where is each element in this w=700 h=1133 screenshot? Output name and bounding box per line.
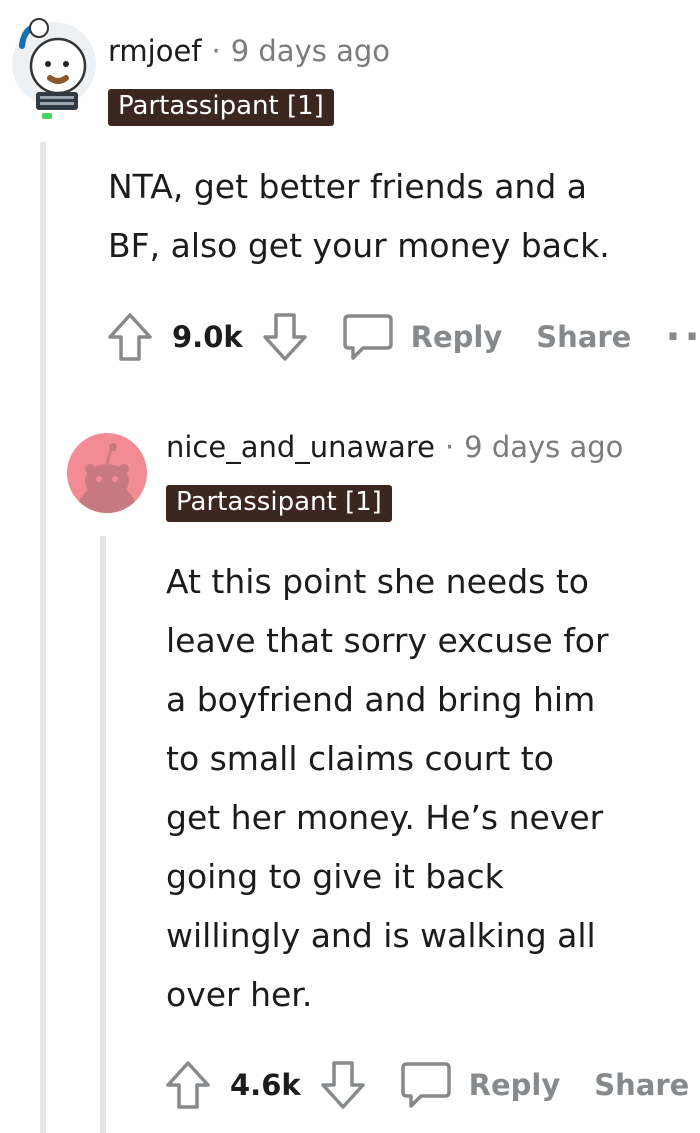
- comment-1-header: rmjoef · 9 days ago: [108, 34, 390, 68]
- comment-text-line: going to give it back: [166, 857, 504, 896]
- comment-2-header: nice_and_unaware · 9 days ago: [166, 430, 623, 464]
- share-button[interactable]: Share: [594, 1068, 689, 1102]
- username[interactable]: rmjoef: [108, 34, 202, 68]
- comment-2-actions: 4.6k Reply Share: [164, 1058, 689, 1112]
- comment-text-line: willingly and is walking all: [166, 916, 596, 955]
- downvote-icon[interactable]: [261, 311, 309, 363]
- comment-2-body: At this point she needs to leave that so…: [166, 552, 696, 1024]
- vote-score: 9.0k: [172, 320, 243, 354]
- comment-text-line: get her money. He’s never: [166, 798, 604, 837]
- comment-text-line: over her.: [166, 975, 313, 1014]
- avatar-rmjoef[interactable]: [8, 14, 100, 116]
- reply-button[interactable]: Reply: [469, 1068, 561, 1102]
- separator-dot: ·: [444, 430, 455, 464]
- share-button[interactable]: Share: [536, 320, 631, 354]
- reply-button[interactable]: Reply: [411, 320, 503, 354]
- upvote-icon[interactable]: [106, 311, 154, 363]
- snoo-avatar-icon: [77, 443, 137, 513]
- reply-icon[interactable]: [399, 1058, 453, 1112]
- user-flair: Partassipant [1]: [108, 89, 334, 127]
- online-status-indicator: [42, 113, 52, 119]
- avatar-nice-and-unaware[interactable]: [67, 433, 147, 513]
- upvote-icon[interactable]: [164, 1059, 212, 1111]
- comment-1-actions: 9.0k Reply Share ··: [106, 310, 700, 364]
- vote-score: 4.6k: [230, 1068, 301, 1102]
- comment-text-line: leave that sorry excuse for: [166, 621, 609, 660]
- comment-text-line: NTA, get better friends and a: [108, 167, 587, 206]
- comment-text-line: to small claims court to: [166, 739, 554, 778]
- timestamp[interactable]: 9 days ago: [464, 430, 623, 464]
- thread-line-comment-2[interactable]: [100, 536, 106, 1133]
- more-options-button[interactable]: ··: [665, 317, 700, 357]
- timestamp[interactable]: 9 days ago: [231, 34, 390, 68]
- comment-1-body: NTA, get better friends and a BF, also g…: [108, 157, 688, 275]
- downvote-icon[interactable]: [319, 1059, 367, 1111]
- separator-dot: ·: [211, 34, 221, 68]
- username[interactable]: nice_and_unaware: [166, 430, 435, 464]
- reply-icon[interactable]: [341, 310, 395, 364]
- comment-text-line: At this point she needs to: [166, 562, 589, 601]
- user-flair: Partassipant [1]: [166, 485, 392, 523]
- comment-text-line: BF, also get your money back.: [108, 226, 610, 265]
- comment-text-line: a boyfriend and bring him: [166, 680, 596, 719]
- snowman-avatar-icon: [12, 18, 96, 110]
- thread-line-comment-1[interactable]: [40, 142, 46, 1133]
